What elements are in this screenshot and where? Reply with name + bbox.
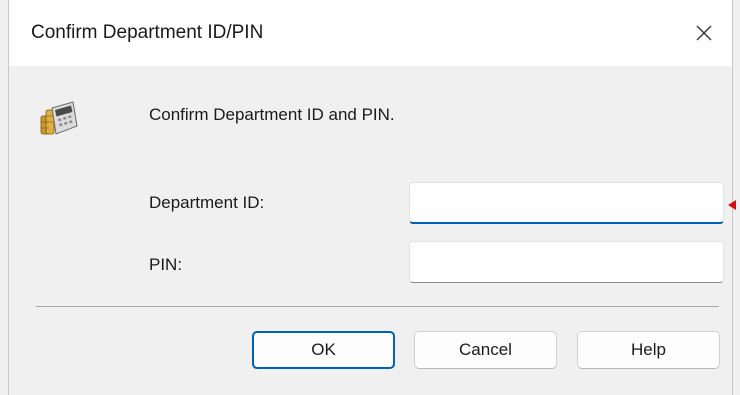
department-id-input[interactable] [409,182,724,224]
pin-label: PIN: [149,255,183,274]
pin-input[interactable] [409,241,724,283]
department-id-icon [40,101,78,135]
close-icon [696,25,712,41]
dialog-message: Confirm Department ID and PIN. [149,105,395,124]
department-id-label: Department ID: [149,193,265,212]
window-title: Confirm Department ID/PIN [31,22,264,43]
pointer-marker-icon [728,200,736,210]
dialog-window: Confirm Department ID/PIN Confirm Depart… [8,0,733,395]
separator [36,306,719,307]
help-button[interactable]: Help [577,331,720,369]
dialog-body: Confirm Department ID and PIN. Departmen… [9,66,732,395]
cancel-button[interactable]: Cancel [414,331,557,369]
ok-button[interactable]: OK [252,331,395,369]
close-button[interactable] [676,0,732,66]
title-bar[interactable]: Confirm Department ID/PIN [9,0,732,66]
